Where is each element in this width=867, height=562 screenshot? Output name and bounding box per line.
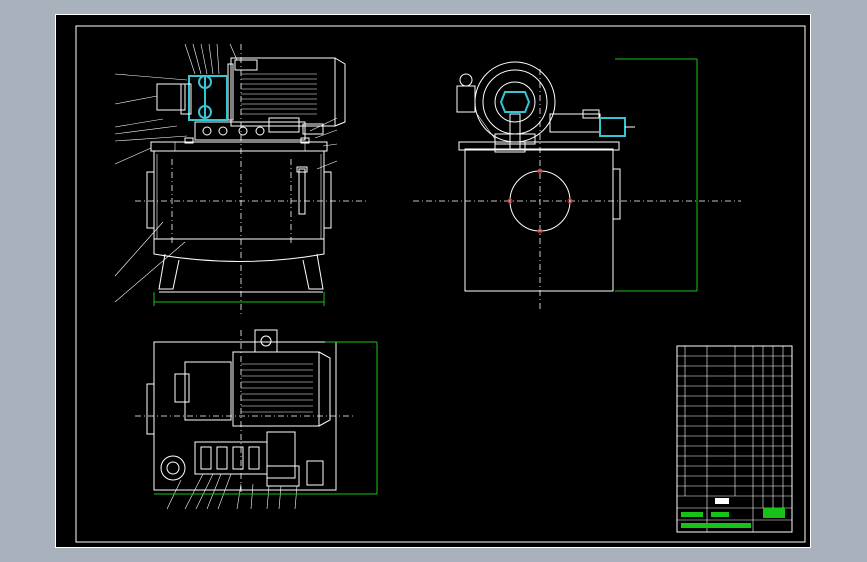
drawing-canvas — [55, 14, 811, 548]
title-block — [676, 345, 793, 533]
side-view — [413, 58, 741, 312]
cad-viewport[interactable] — [0, 0, 867, 562]
front-view — [114, 43, 367, 314]
drawing-sheet — [55, 14, 811, 548]
top-view — [135, 329, 378, 510]
